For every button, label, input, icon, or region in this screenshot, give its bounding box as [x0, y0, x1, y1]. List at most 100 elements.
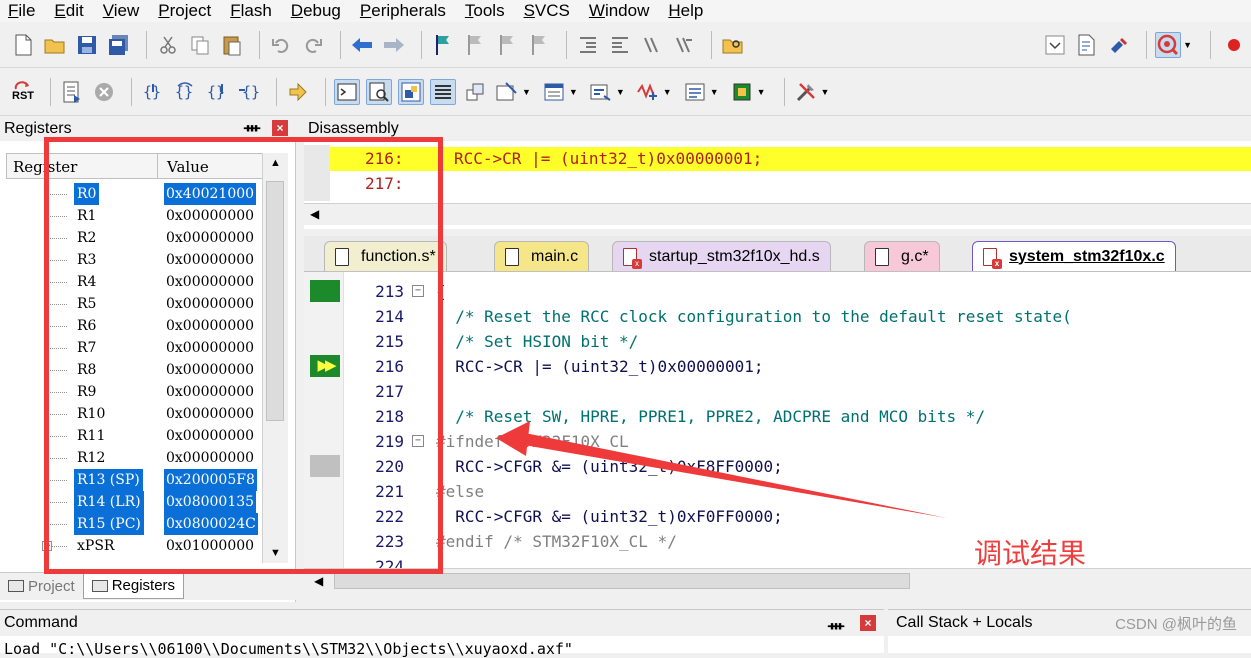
paste-icon[interactable]: [219, 32, 245, 58]
registers-window-button[interactable]: [430, 78, 456, 105]
disassembly-window-button[interactable]: [366, 78, 392, 105]
disassembly-panel: Disassembly 216: RCC->CR |= (uint32_t)0x0…: [304, 117, 1251, 229]
show-next-statement-icon[interactable]: [285, 79, 311, 105]
pin-icon[interactable]: ᚒ: [244, 120, 260, 136]
menu-svcs[interactable]: SVCS: [524, 2, 570, 20]
cut-icon[interactable]: [155, 32, 181, 58]
manage-components-icon[interactable]: [1106, 32, 1132, 58]
menu-help[interactable]: Help: [668, 2, 703, 20]
code-line[interactable]: 215 /* Set HSION bit */: [344, 329, 1251, 354]
toolbox-icon[interactable]: [793, 79, 819, 105]
reset-label: RST: [12, 90, 34, 102]
run-to-cursor-icon[interactable]: {}: [236, 79, 262, 105]
menu-window[interactable]: Window: [589, 2, 649, 20]
editor-horizontal-scrollbar[interactable]: ◀: [304, 568, 1251, 594]
code-line[interactable]: 214 /* Reset the RCC clock configuration…: [344, 304, 1251, 329]
comment-icon[interactable]: [639, 32, 665, 58]
code-editor[interactable]: ▶▶ 213−{214 /* Reset the RCC clock confi…: [304, 272, 1251, 568]
analysis-window-button[interactable]: [635, 79, 661, 105]
command-panel-title-bar: Command ᚒ ×: [0, 610, 884, 636]
code-line[interactable]: 224: [344, 554, 1251, 568]
code-line[interactable]: 216 RCC->CR |= (uint32_t)0x00000001;: [344, 354, 1251, 379]
code-line[interactable]: 213−{: [344, 279, 1251, 304]
menu-edit[interactable]: Edit: [54, 2, 83, 20]
chevron-down-icon[interactable]: ▼: [663, 87, 672, 97]
watch-window-button[interactable]: [494, 79, 520, 105]
redo-icon[interactable]: [300, 32, 326, 58]
symbols-window-button[interactable]: [398, 78, 424, 105]
bookmark-prev-icon[interactable]: [462, 32, 488, 58]
serial-window-button[interactable]: [588, 79, 614, 105]
tab-registers[interactable]: Registers: [82, 573, 185, 599]
tab-system-stm32f10x-c[interactable]: system_stm32f10x.c: [972, 241, 1176, 271]
system-viewer-button[interactable]: [729, 79, 755, 105]
reset-cpu-button[interactable]: RST: [10, 79, 36, 105]
pin-icon[interactable]: ᚒ: [828, 613, 844, 639]
menu-peripherals[interactable]: Peripherals: [360, 2, 446, 20]
bookmark-next-icon[interactable]: [494, 32, 520, 58]
find-in-files-icon[interactable]: [720, 32, 746, 58]
tab-g-c[interactable]: g.c*: [864, 241, 940, 271]
stop-icon[interactable]: [91, 79, 117, 105]
options-icon[interactable]: [1074, 32, 1100, 58]
command-window-button[interactable]: [334, 78, 360, 105]
menu-tools[interactable]: Tools: [465, 2, 505, 20]
debug-session-button[interactable]: [1155, 31, 1182, 58]
code-line[interactable]: 218 /* Reset SW, HPRE, PPRE1, PPRE2, ADC…: [344, 404, 1251, 429]
menu-view[interactable]: View: [103, 2, 140, 20]
chevron-down-icon[interactable]: ▼: [710, 87, 719, 97]
scrollbar-thumb[interactable]: [334, 573, 910, 589]
step-out-icon[interactable]: {}: [204, 79, 230, 105]
save-all-button[interactable]: [106, 32, 132, 58]
target-select-dropdown[interactable]: [1042, 32, 1068, 58]
run-icon[interactable]: [59, 79, 85, 105]
chevron-down-icon[interactable]: ▼: [522, 87, 531, 97]
menu-file[interactable]: File: [8, 2, 35, 20]
menu-project[interactable]: Project: [158, 2, 211, 20]
bookmark-clear-icon[interactable]: [526, 32, 552, 58]
chevron-down-icon[interactable]: ▼: [569, 87, 578, 97]
close-icon[interactable]: ×: [860, 615, 876, 631]
tab-label: Project: [28, 577, 75, 595]
code-line[interactable]: 219− #ifndef STM32F10X_CL: [344, 429, 1251, 454]
code-line[interactable]: 222 RCC->CFGR &= (uint32_t)0xF0FF0000;: [344, 504, 1251, 529]
step-over-icon[interactable]: {}: [172, 79, 198, 105]
copy-icon[interactable]: [187, 32, 213, 58]
nav-forward-icon[interactable]: [381, 32, 407, 58]
menu-flash[interactable]: Flash: [230, 2, 272, 20]
code-line[interactable]: 223 #endif /* STM32F10X_CL */: [344, 529, 1251, 554]
disassembly-horizontal-scrollbar[interactable]: ◀: [304, 203, 1251, 225]
code-line[interactable]: 217: [344, 379, 1251, 404]
toolbar-separator: [421, 30, 422, 59]
command-output[interactable]: Load "C:\\Users\\06100\\Documents\\STM32…: [4, 640, 573, 658]
memory-window-button[interactable]: [541, 79, 567, 105]
breakpoint-icon[interactable]: [1219, 32, 1245, 58]
open-file-button[interactable]: [42, 32, 68, 58]
nav-back-icon[interactable]: [349, 32, 375, 58]
code-line[interactable]: 220 RCC->CFGR &= (uint32_t)0xF8FF0000;: [344, 454, 1251, 479]
disassembly-line[interactable]: 217:: [330, 172, 1251, 196]
call-stack-window-button[interactable]: [462, 79, 488, 105]
tab-main-c[interactable]: main.c: [494, 241, 590, 271]
menu-debug[interactable]: Debug: [291, 2, 341, 20]
tab-project[interactable]: Project: [0, 573, 83, 599]
code-line[interactable]: 221 #else: [344, 479, 1251, 504]
uncomment-icon[interactable]: [671, 32, 697, 58]
bookmark-icon[interactable]: [430, 32, 456, 58]
close-icon[interactable]: ×: [272, 120, 288, 136]
disassembly-line[interactable]: 216: RCC->CR |= (uint32_t)0x00000001;: [330, 147, 1251, 171]
chevron-down-icon[interactable]: ▼: [1183, 40, 1192, 50]
trace-window-button[interactable]: [682, 79, 708, 105]
unindent-icon[interactable]: [607, 32, 633, 58]
chevron-down-icon[interactable]: ▼: [757, 87, 766, 97]
step-into-icon[interactable]: {}: [140, 79, 166, 105]
tab-startup[interactable]: startup_stm32f10x_hd.s: [612, 241, 831, 271]
save-button[interactable]: [74, 32, 100, 58]
undo-icon[interactable]: [268, 32, 294, 58]
indent-icon[interactable]: [575, 32, 601, 58]
new-file-button[interactable]: [10, 32, 36, 58]
chevron-down-icon[interactable]: ▼: [616, 87, 625, 97]
scroll-left-arrow-icon[interactable]: ◀: [314, 574, 323, 588]
toolbar-debug: RST {} {} {} {} ▼ ▼ ▼ ▼ ▼ ▼ ▼: [0, 68, 1251, 116]
chevron-down-icon[interactable]: ▼: [821, 87, 830, 97]
